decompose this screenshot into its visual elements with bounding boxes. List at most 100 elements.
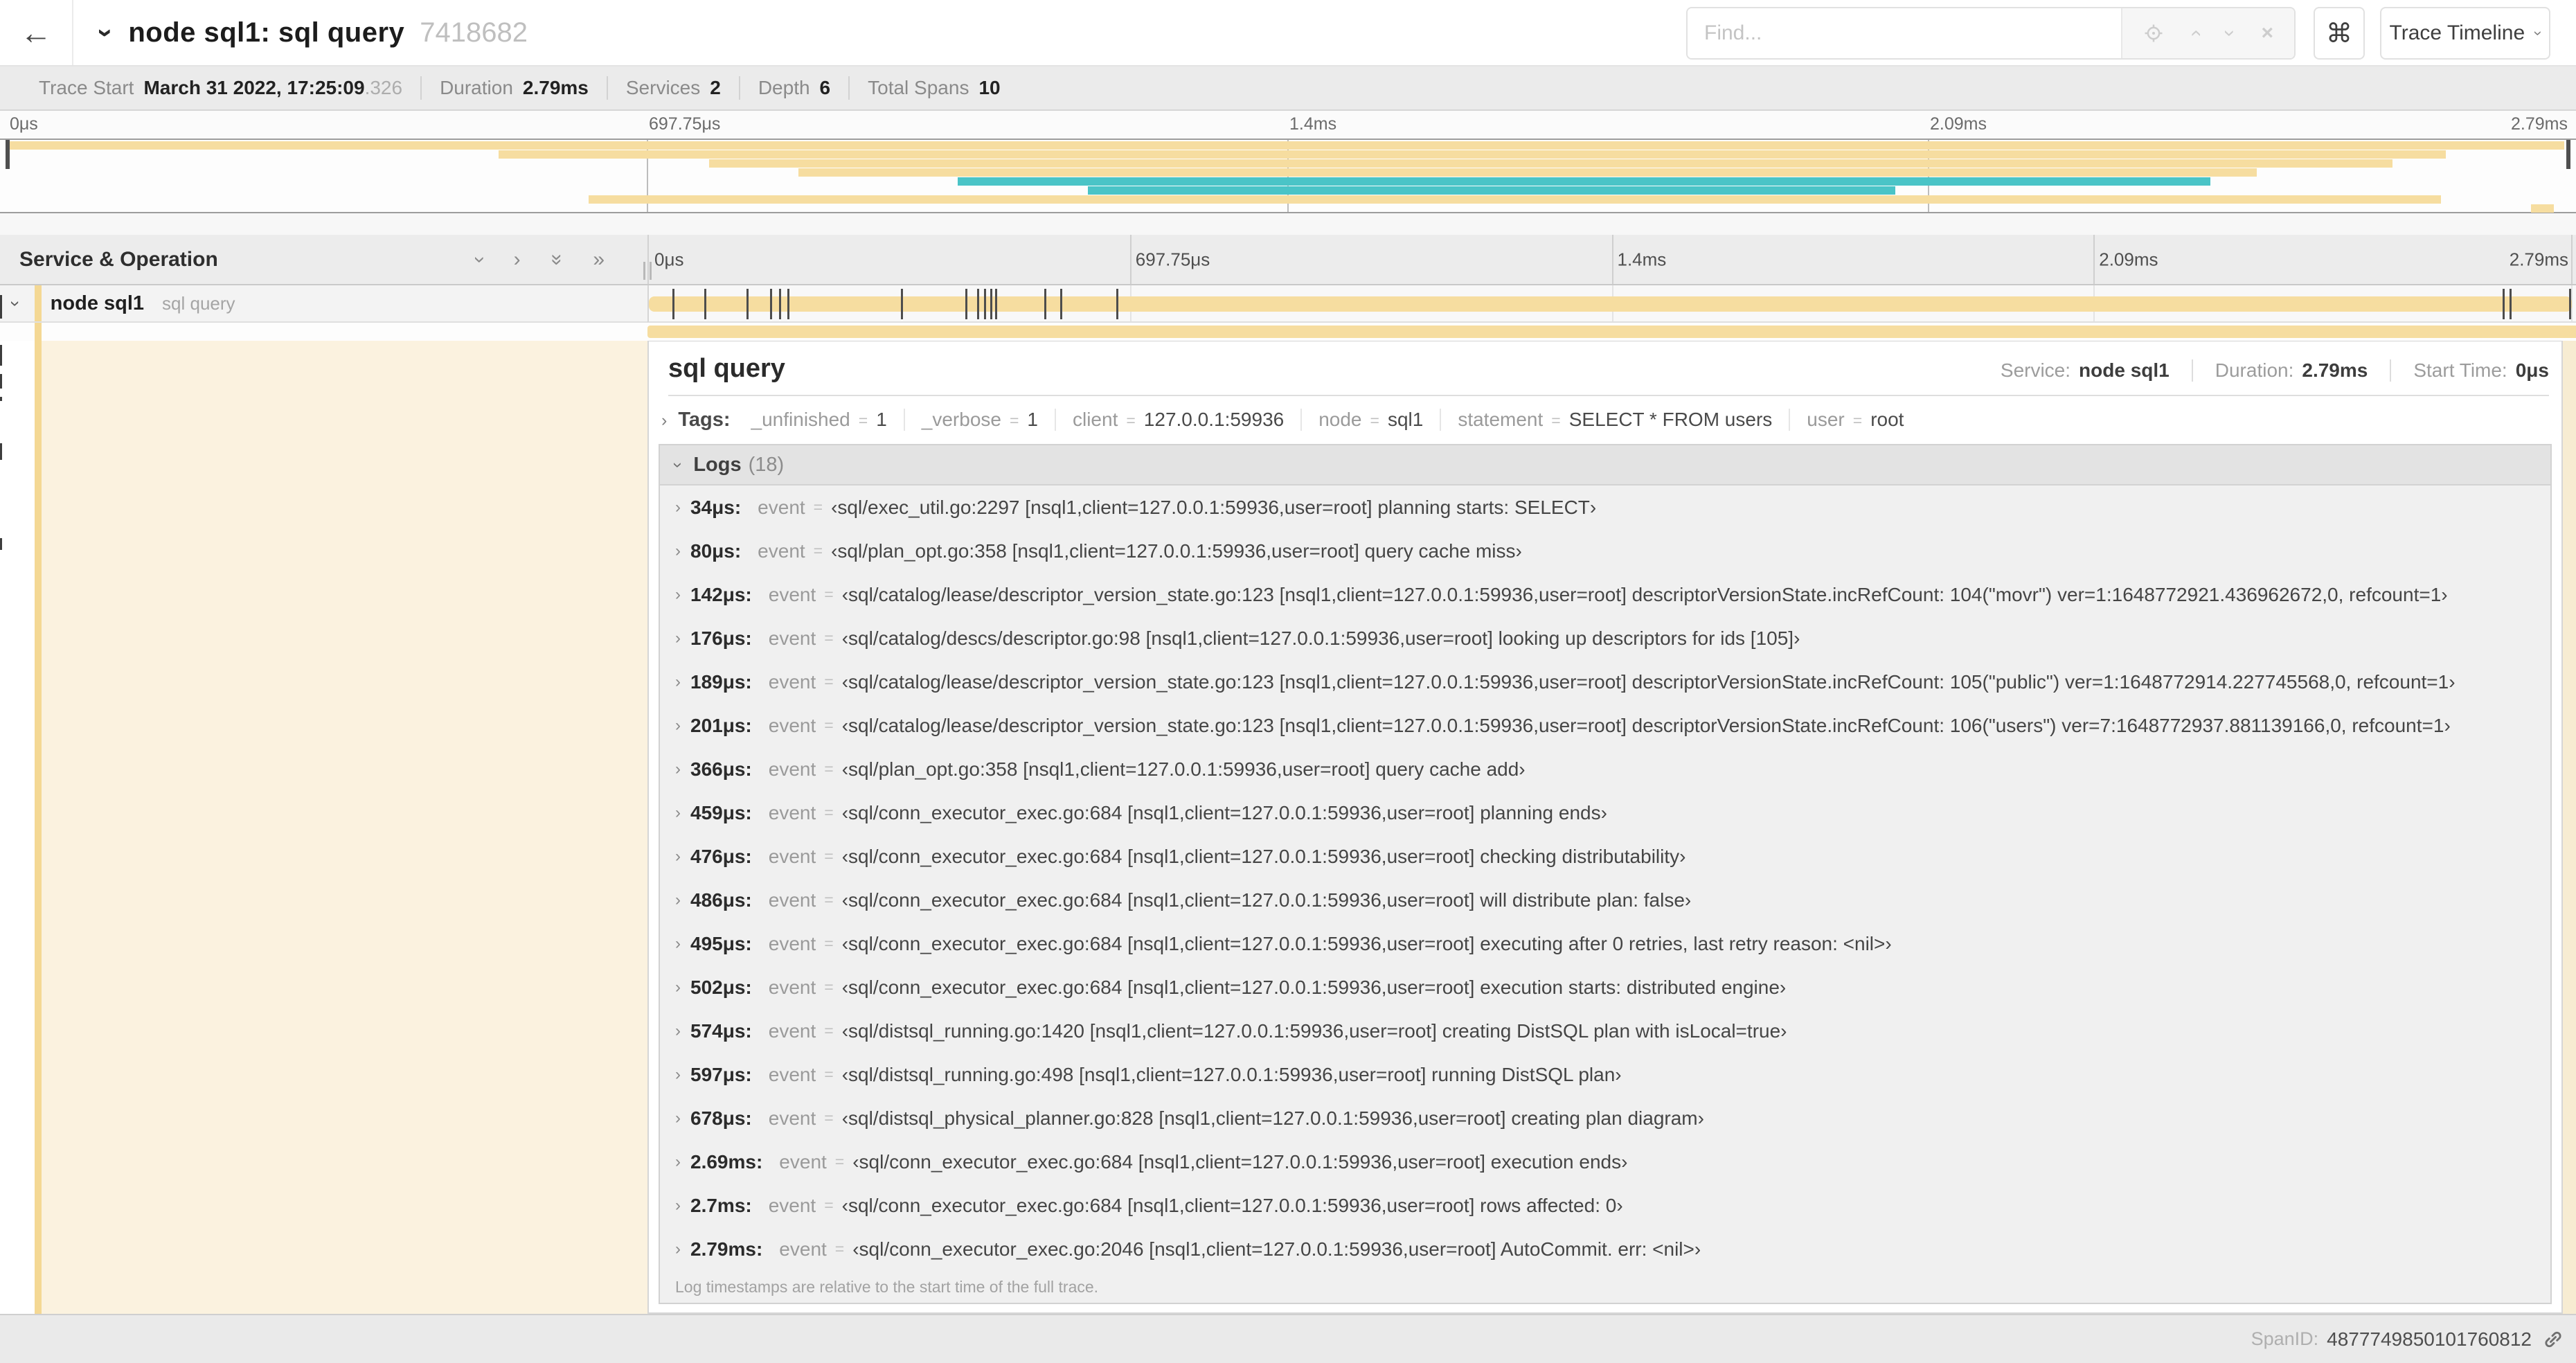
log-row[interactable]: › 34μs: event = ‹sql/exec_util.go:2297 [… bbox=[660, 485, 2550, 529]
log-marker-tick bbox=[901, 289, 904, 319]
summary-label: Trace Start bbox=[39, 77, 134, 98]
tag-pill: _verbose = 1 bbox=[903, 409, 1055, 431]
log-row[interactable]: › 80μs: event = ‹sql/plan_opt.go:358 [ns… bbox=[660, 529, 2550, 573]
trace-minimap[interactable] bbox=[0, 139, 2576, 213]
minimap-span-bar bbox=[798, 168, 2257, 177]
expanded-span-duration-bar[interactable] bbox=[647, 326, 2576, 338]
range-scrubber-right-handle[interactable] bbox=[2566, 140, 2570, 169]
log-row[interactable]: › 142μs: event = ‹sql/catalog/lease/desc… bbox=[660, 573, 2550, 616]
detail-left-column bbox=[0, 341, 647, 1314]
summary-item: Total Spans 10 bbox=[848, 76, 1018, 100]
tag-value: 1 bbox=[1027, 409, 1038, 430]
log-row[interactable]: › 678μs: event = ‹sql/distsql_physical_p… bbox=[660, 1096, 2550, 1140]
minimap-span-bar bbox=[708, 159, 2392, 168]
page-title: node sql1: sql query bbox=[128, 17, 405, 48]
span-row-timeline-cell[interactable] bbox=[647, 285, 2576, 323]
tag-key: node bbox=[1318, 409, 1362, 430]
operation-name: sql query bbox=[162, 292, 235, 314]
expand-one-icon[interactable]: › bbox=[514, 248, 521, 271]
log-timestamp: 80μs: bbox=[690, 540, 742, 562]
log-row[interactable]: › 574μs: event = ‹sql/distsql_running.go… bbox=[660, 1009, 2550, 1053]
deep-link-icon[interactable] bbox=[2541, 1328, 2565, 1351]
equals-sign: = bbox=[834, 1152, 845, 1170]
service-stat-label: Service: bbox=[2000, 359, 2071, 381]
log-row[interactable]: › 459μs: event = ‹sql/conn_executor_exec… bbox=[660, 791, 2550, 835]
log-row[interactable]: › 597μs: event = ‹sql/distsql_running.go… bbox=[660, 1053, 2550, 1096]
log-row[interactable]: › 2.79ms: event = ‹sql/conn_executor_exe… bbox=[660, 1227, 2550, 1271]
collapse-all-icon[interactable]: » bbox=[545, 253, 569, 265]
find-next-icon[interactable]: › bbox=[2218, 30, 2242, 37]
trace-page: ← › node sql1: sql query 7418682 › › bbox=[0, 0, 2576, 1363]
log-field-key: event bbox=[768, 845, 816, 867]
log-field-key: event bbox=[768, 932, 816, 954]
summary-value: 2 bbox=[710, 77, 721, 98]
logs-section-toggle[interactable]: › Logs (18) bbox=[660, 445, 2550, 485]
span-row[interactable]: › node sql1 sql query bbox=[0, 285, 2576, 323]
log-field-key: event bbox=[758, 496, 805, 518]
logs-list: › 34μs: event = ‹sql/exec_util.go:2297 [… bbox=[660, 485, 2550, 1271]
collapse-one-icon[interactable]: › bbox=[468, 256, 492, 263]
tags-label: Tags: bbox=[678, 409, 731, 431]
find-prev-icon[interactable]: › bbox=[2183, 30, 2207, 37]
log-marker-tick bbox=[770, 289, 773, 319]
span-children-chevron-icon[interactable]: › bbox=[5, 301, 26, 307]
tag-key: statement bbox=[1458, 409, 1544, 430]
axis-tick-label: 2.79ms bbox=[2509, 249, 2568, 269]
log-marker-tick bbox=[983, 289, 986, 319]
range-scrubber-left-handle[interactable] bbox=[6, 140, 10, 169]
log-row[interactable]: › 201μs: event = ‹sql/catalog/lease/desc… bbox=[660, 704, 2550, 747]
axis-tick-label: 697.75μs bbox=[1135, 249, 1210, 269]
log-field-value: ‹sql/catalog/lease/descriptor_version_st… bbox=[841, 583, 2448, 605]
log-markers bbox=[649, 285, 2572, 321]
log-field-value: ‹sql/exec_util.go:2297 [nsql1,client=127… bbox=[831, 496, 1597, 518]
log-field-key: event bbox=[768, 801, 816, 823]
service-operation-header: Service & Operation › › » » bbox=[0, 235, 652, 284]
find-clear-icon[interactable]: × bbox=[2261, 21, 2273, 45]
log-marker-tick bbox=[990, 289, 992, 319]
tag-key: _unfinished bbox=[751, 409, 850, 430]
summary-label: Total Spans bbox=[868, 77, 969, 98]
trace-summary-bar: Trace Start March 31 2022, 17:25:09 .326… bbox=[0, 66, 2576, 111]
logs-label: Logs bbox=[693, 453, 742, 476]
log-marker-tick bbox=[2503, 289, 2505, 319]
log-field-key: event bbox=[768, 1019, 816, 1042]
log-row[interactable]: › 2.7ms: event = ‹sql/conn_executor_exec… bbox=[660, 1184, 2550, 1227]
log-field-value: ‹sql/conn_executor_exec.go:684 [nsql1,cl… bbox=[841, 1194, 1623, 1216]
logs-count: (18) bbox=[748, 453, 785, 476]
focus-target-icon[interactable] bbox=[2143, 23, 2164, 44]
keyboard-shortcuts-button[interactable]: ⌘ bbox=[2314, 7, 2365, 60]
log-row[interactable]: › 2.69ms: event = ‹sql/conn_executor_exe… bbox=[660, 1140, 2550, 1184]
span-detail-region: sql query Service: node sql1 Duration: 2… bbox=[0, 341, 2576, 1314]
log-timestamp: 678μs: bbox=[690, 1107, 752, 1129]
duration-stat-label: Duration: bbox=[2215, 359, 2294, 381]
log-row[interactable]: › 189μs: event = ‹sql/catalog/lease/desc… bbox=[660, 660, 2550, 704]
gridline bbox=[2093, 235, 2095, 284]
log-field-value: ‹sql/conn_executor_exec.go:684 [nsql1,cl… bbox=[841, 889, 1692, 911]
minimap-span-bar bbox=[7, 141, 2564, 150]
chevron-right-icon: › bbox=[675, 715, 681, 735]
log-row[interactable]: › 502μs: event = ‹sql/conn_executor_exec… bbox=[660, 965, 2550, 1009]
log-row[interactable]: › 476μs: event = ‹sql/conn_executor_exec… bbox=[660, 835, 2550, 878]
back-button[interactable]: ← bbox=[0, 0, 73, 65]
minimap-span-bar bbox=[499, 150, 2447, 159]
view-select[interactable]: Trace Timeline › bbox=[2380, 7, 2550, 60]
log-timestamp: 176μs: bbox=[690, 627, 752, 649]
chevron-down-icon: › bbox=[2530, 30, 2548, 36]
span-row-name-cell[interactable]: › node sql1 sql query bbox=[0, 285, 647, 323]
find-input[interactable] bbox=[1688, 8, 2122, 58]
column-resizer-grip[interactable] bbox=[643, 262, 652, 280]
title-collapse-chevron-icon[interactable]: › bbox=[90, 28, 121, 37]
equals-sign: = bbox=[824, 1065, 834, 1083]
log-row[interactable]: › 366μs: event = ‹sql/plan_opt.go:358 [n… bbox=[660, 747, 2550, 791]
log-timestamp: 597μs: bbox=[690, 1063, 752, 1085]
log-row[interactable]: › 495μs: event = ‹sql/conn_executor_exec… bbox=[660, 922, 2550, 965]
log-marker-tick bbox=[704, 289, 706, 319]
log-row[interactable]: › 176μs: event = ‹sql/catalog/descs/desc… bbox=[660, 616, 2550, 660]
expand-all-icon[interactable]: » bbox=[593, 248, 605, 271]
log-row[interactable]: › 486μs: event = ‹sql/conn_executor_exec… bbox=[660, 878, 2550, 922]
log-timestamp: 495μs: bbox=[690, 932, 752, 954]
tags-section-toggle[interactable]: › Tags: _unfinished = 1 _verbose = 1 cli… bbox=[649, 396, 2561, 444]
log-field-key: event bbox=[768, 1063, 816, 1085]
service-name: node sql1 bbox=[50, 292, 145, 314]
tag-value: root bbox=[1870, 409, 1904, 430]
